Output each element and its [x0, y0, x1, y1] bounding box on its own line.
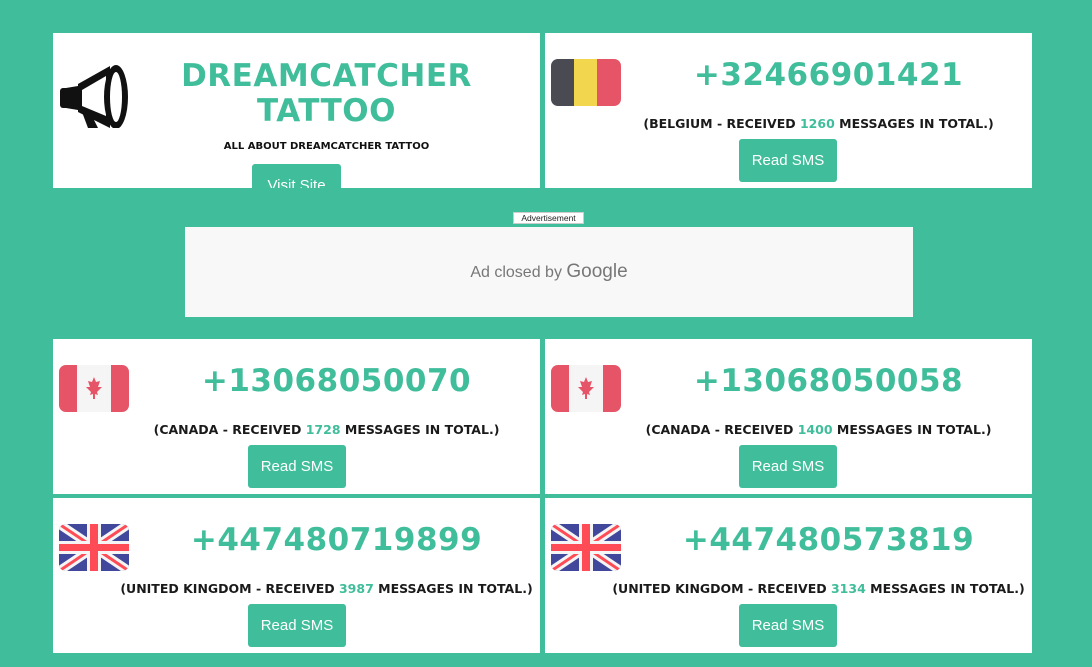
- message-count: 3987: [338, 581, 374, 596]
- belgium-flag-icon: [551, 59, 621, 106]
- canada-flag-icon: [59, 365, 129, 412]
- number-card: +13068050058 (CANADA - RECEIVED 1400 MES…: [545, 339, 1032, 494]
- uk-flag-icon: [551, 524, 621, 571]
- number-card: +13068050070 (CANADA - RECEIVED 1728 MES…: [53, 339, 540, 494]
- phone-number: +447480719899: [190, 522, 483, 558]
- promo-card: DREAMCATCHER TATTOO ALL ABOUT DREAMCATCH…: [53, 33, 540, 188]
- phone-number: +13068050070: [201, 363, 472, 399]
- ad-closed-text: Ad closed by: [470, 264, 562, 281]
- info-received: - RECEIVED: [712, 116, 800, 131]
- promo-title: DREAMCATCHER TATTOO: [113, 59, 540, 129]
- info-suffix: MESSAGES IN TOTAL.): [865, 581, 1025, 596]
- info-suffix: MESSAGES IN TOTAL.): [340, 422, 500, 437]
- number-info: (CANADA - RECEIVED 1400 MESSAGES IN TOTA…: [605, 422, 1032, 437]
- promo-title-line1: DREAMCATCHER: [181, 58, 472, 94]
- uk-flag-icon: [59, 524, 129, 571]
- info-suffix: MESSAGES IN TOTAL.): [373, 581, 533, 596]
- google-logo: Google: [566, 261, 628, 282]
- message-count: 1260: [799, 116, 835, 131]
- read-sms-button[interactable]: Read SMS: [248, 445, 346, 488]
- country-name: BELGIUM: [649, 116, 713, 131]
- country-name: CANADA: [159, 422, 219, 437]
- message-count: 1400: [797, 422, 833, 437]
- info-received: - RECEIVED: [218, 422, 306, 437]
- visit-site-button[interactable]: Visit Site: [252, 164, 341, 188]
- number-card: +447480573819 (UNITED KINGDOM - RECEIVED…: [545, 498, 1032, 653]
- country-name: UNITED KINGDOM: [126, 581, 252, 596]
- read-sms-button[interactable]: Read SMS: [739, 139, 837, 182]
- ad-closed-message: Ad closed by Google: [185, 261, 913, 283]
- ad-container: Ad closed by Google: [185, 227, 913, 317]
- info-suffix: MESSAGES IN TOTAL.): [832, 422, 992, 437]
- info-received: - RECEIVED: [251, 581, 339, 596]
- canada-flag-icon: [551, 365, 621, 412]
- promo-title-line2: TATTOO: [256, 93, 397, 129]
- promo-subtitle: ALL ABOUT DREAMCATCHER TATTOO: [223, 141, 430, 152]
- read-sms-button[interactable]: Read SMS: [248, 604, 346, 647]
- info-received: - RECEIVED: [743, 581, 831, 596]
- country-name: UNITED KINGDOM: [618, 581, 744, 596]
- number-card: +32466901421 (BELGIUM - RECEIVED 1260 ME…: [545, 33, 1032, 188]
- message-count: 3134: [830, 581, 866, 596]
- info-received: - RECEIVED: [710, 422, 798, 437]
- number-info: (CANADA - RECEIVED 1728 MESSAGES IN TOTA…: [113, 422, 540, 437]
- phone-number: +13068050058: [693, 363, 964, 399]
- number-info: (UNITED KINGDOM - RECEIVED 3987 MESSAGES…: [113, 581, 540, 596]
- phone-number: +32466901421: [693, 57, 964, 93]
- read-sms-button[interactable]: Read SMS: [739, 445, 837, 488]
- number-card: +447480719899 (UNITED KINGDOM - RECEIVED…: [53, 498, 540, 653]
- country-name: CANADA: [651, 422, 711, 437]
- read-sms-button[interactable]: Read SMS: [739, 604, 837, 647]
- info-suffix: MESSAGES IN TOTAL.): [834, 116, 994, 131]
- message-count: 1728: [305, 422, 341, 437]
- phone-number: +447480573819: [682, 522, 975, 558]
- number-info: (UNITED KINGDOM - RECEIVED 3134 MESSAGES…: [605, 581, 1032, 596]
- advertisement-label: Advertisement: [513, 212, 584, 224]
- number-info: (BELGIUM - RECEIVED 1260 MESSAGES IN TOT…: [605, 116, 1032, 131]
